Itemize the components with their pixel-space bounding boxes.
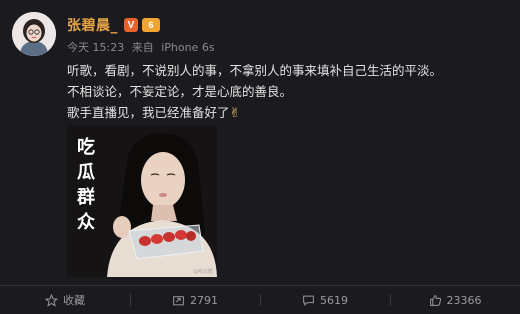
victory-emoji-icon: ✌: [229, 106, 241, 121]
level-badge-icon[interactable]: 6: [142, 18, 160, 32]
caption-char: 瓜: [77, 162, 95, 183]
comment-icon: [303, 295, 314, 306]
username[interactable]: 张碧晨_: [67, 15, 118, 35]
post-content: 听歌，看剧，不说别人的事，不拿别人的事来填补自己生活的平淡。 不相谈论，不妄定论…: [67, 60, 507, 124]
like-count: 23366: [446, 293, 482, 307]
comment-count: 5619: [320, 293, 348, 307]
source-device[interactable]: iPhone 6s: [161, 41, 214, 54]
thumbs-up-icon: [429, 294, 441, 306]
post-header: 张碧晨_ V 6: [67, 15, 160, 35]
verified-badge-icon[interactable]: V: [124, 18, 138, 32]
post-time[interactable]: 今天 15:23: [67, 41, 124, 54]
content-line-text: 歌手直播见，我已经准备好了: [67, 105, 230, 120]
caption-char: 众: [77, 212, 95, 233]
content-line: 听歌，看剧，不说别人的事，不拿别人的事来填补自己生活的平淡。: [67, 63, 443, 78]
image-watermark: @吃瓜群: [192, 269, 213, 275]
image-caption: 吃 瓜 群 众: [75, 135, 97, 235]
action-bar: 收藏 2791 5619 23366: [0, 285, 520, 314]
comment-button[interactable]: 5619: [260, 286, 390, 314]
weibo-post: 张碧晨_ V 6 今天 15:23 来自 iPhone 6s 听歌，看剧，不说别…: [0, 0, 520, 313]
like-button[interactable]: 23366: [390, 286, 520, 314]
star-icon: [45, 293, 58, 307]
repost-count: 2791: [190, 293, 218, 307]
content-line: 不相谈论，不妄定论，才是心底的善良。: [67, 84, 293, 99]
caption-char: 群: [77, 187, 95, 208]
repost-icon: [173, 295, 184, 305]
avatar[interactable]: [12, 12, 56, 56]
repost-button[interactable]: 2791: [130, 286, 260, 314]
caption-char: 吃: [77, 137, 95, 158]
favorite-button[interactable]: 收藏: [0, 286, 130, 314]
post-meta: 今天 15:23 来自 iPhone 6s: [67, 39, 219, 55]
post-image[interactable]: 吃 瓜 群 众 @吃瓜群: [67, 125, 217, 277]
source-prefix: 来自: [131, 41, 154, 54]
favorite-label: 收藏: [63, 294, 85, 307]
content-line: 歌手直播见，我已经准备好了✌: [67, 102, 507, 124]
